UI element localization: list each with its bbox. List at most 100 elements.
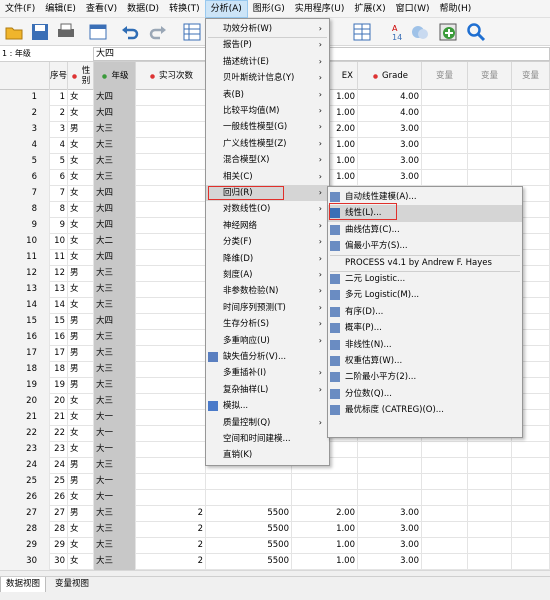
table-cell[interactable]: [206, 474, 292, 490]
table-cell[interactable]: 4.00: [358, 106, 422, 122]
col-header-var3[interactable]: 变量: [512, 62, 550, 90]
table-cell[interactable]: 大三: [94, 362, 136, 378]
menu_analyze-item-15[interactable]: 刻度(A) ›: [206, 267, 329, 283]
menu_analyze-item-19[interactable]: 多重响应(U) ›: [206, 333, 329, 349]
row-number[interactable]: 16: [0, 330, 50, 346]
col-header-intern[interactable]: 实习次数: [136, 62, 206, 90]
row-number[interactable]: 8: [0, 202, 50, 218]
table-cell[interactable]: [136, 170, 206, 186]
table-cell[interactable]: 16: [50, 330, 68, 346]
col-header-gr[interactable]: Grade: [358, 62, 422, 90]
table-cell[interactable]: [422, 458, 468, 474]
menu-10[interactable]: 帮助(H): [435, 0, 477, 18]
row-number[interactable]: 18: [0, 362, 50, 378]
table-cell[interactable]: [468, 442, 512, 458]
table-cell[interactable]: 2.00: [292, 506, 358, 522]
menu_analyze-item-23[interactable]: 模拟...: [206, 398, 329, 414]
table-cell[interactable]: 28: [50, 522, 68, 538]
table-cell[interactable]: 大三: [94, 458, 136, 474]
table-cell[interactable]: 女: [68, 106, 94, 122]
table-cell[interactable]: [512, 106, 550, 122]
table-cell[interactable]: [136, 474, 206, 490]
table-cell[interactable]: [136, 458, 206, 474]
table-cell[interactable]: 27: [50, 506, 68, 522]
table-cell[interactable]: [422, 490, 468, 506]
menu-1[interactable]: 编辑(E): [40, 0, 81, 18]
table-cell[interactable]: [136, 218, 206, 234]
table-cell[interactable]: [358, 474, 422, 490]
row-number[interactable]: 25: [0, 474, 50, 490]
table-cell[interactable]: 3.00: [358, 538, 422, 554]
table-cell[interactable]: 大四: [94, 250, 136, 266]
table-cell[interactable]: [136, 426, 206, 442]
table-cell[interactable]: [136, 186, 206, 202]
menu_regression-item-4[interactable]: PROCESS v4.1 by Andrew F. Hayes: [328, 255, 522, 271]
table-cell[interactable]: 大三: [94, 330, 136, 346]
table-cell[interactable]: [468, 90, 512, 106]
table-cell[interactable]: [422, 506, 468, 522]
menu_analyze-item-3[interactable]: 贝叶斯统计信息(Y) ›: [206, 70, 329, 86]
row-number[interactable]: 14: [0, 298, 50, 314]
row-number[interactable]: 20: [0, 394, 50, 410]
menu_analyze-item-14[interactable]: 降维(D) ›: [206, 251, 329, 267]
menu_analyze-item-6[interactable]: 一般线性模型(G) ›: [206, 119, 329, 135]
table-cell[interactable]: [468, 490, 512, 506]
menu_regression-item-9[interactable]: 非线性(N)...: [328, 337, 522, 353]
table-cell[interactable]: 大一: [94, 474, 136, 490]
table-cell[interactable]: [206, 490, 292, 506]
table-cell[interactable]: 女: [68, 138, 94, 154]
table-cell[interactable]: 3: [50, 122, 68, 138]
row-number[interactable]: 27: [0, 506, 50, 522]
row-number[interactable]: 29: [0, 538, 50, 554]
row-number[interactable]: 19: [0, 378, 50, 394]
row-number[interactable]: 11: [0, 250, 50, 266]
table-cell[interactable]: [358, 490, 422, 506]
table-cell[interactable]: 大三: [94, 154, 136, 170]
table-cell[interactable]: 女: [68, 394, 94, 410]
table-cell[interactable]: [136, 90, 206, 106]
table-cell[interactable]: 1.00: [292, 538, 358, 554]
table-cell[interactable]: 大四: [94, 314, 136, 330]
table-cell[interactable]: 2: [136, 554, 206, 570]
table-cell[interactable]: [512, 474, 550, 490]
table-cell[interactable]: 女: [68, 554, 94, 570]
print-icon[interactable]: [56, 22, 76, 42]
table-cell[interactable]: 男: [68, 266, 94, 282]
menu_analyze-item-13[interactable]: 分类(F) ›: [206, 234, 329, 250]
table-cell[interactable]: 5500: [206, 506, 292, 522]
table-cell[interactable]: 男: [68, 362, 94, 378]
undo-icon[interactable]: [120, 22, 140, 42]
table-cell[interactable]: 男: [68, 330, 94, 346]
table-cell[interactable]: 女: [68, 282, 94, 298]
menu_analyze-item-21[interactable]: 多重插补(I) ›: [206, 365, 329, 381]
col-header-grade[interactable]: 年级: [94, 62, 136, 90]
col-header-sex[interactable]: 性别: [68, 62, 94, 90]
table-cell[interactable]: 女: [68, 154, 94, 170]
table-cell[interactable]: [136, 330, 206, 346]
table-cell[interactable]: 大四: [94, 186, 136, 202]
table-cell[interactable]: 大三: [94, 122, 136, 138]
row-number[interactable]: 13: [0, 282, 50, 298]
table-cell[interactable]: 大三: [94, 506, 136, 522]
table-cell[interactable]: 大一: [94, 410, 136, 426]
menu-7[interactable]: 实用程序(U): [290, 0, 350, 18]
table-cell[interactable]: 22: [50, 426, 68, 442]
table-cell[interactable]: [468, 506, 512, 522]
table-cell[interactable]: 大三: [94, 266, 136, 282]
table-cell[interactable]: [512, 458, 550, 474]
table-cell[interactable]: 2: [136, 506, 206, 522]
table-cell[interactable]: 男: [68, 474, 94, 490]
table-cell[interactable]: [292, 474, 358, 490]
col-header-no[interactable]: 序号: [50, 62, 68, 90]
table-cell[interactable]: 大三: [94, 554, 136, 570]
row-number[interactable]: 7: [0, 186, 50, 202]
table-cell[interactable]: 13: [50, 282, 68, 298]
row-number[interactable]: 4: [0, 138, 50, 154]
table-cell[interactable]: 男: [68, 458, 94, 474]
row-number[interactable]: 3: [0, 122, 50, 138]
table-cell[interactable]: 大三: [94, 538, 136, 554]
table-cell[interactable]: [468, 474, 512, 490]
table-cell[interactable]: 大一: [94, 490, 136, 506]
table-cell[interactable]: 大四: [94, 90, 136, 106]
table-cell[interactable]: 大三: [94, 282, 136, 298]
